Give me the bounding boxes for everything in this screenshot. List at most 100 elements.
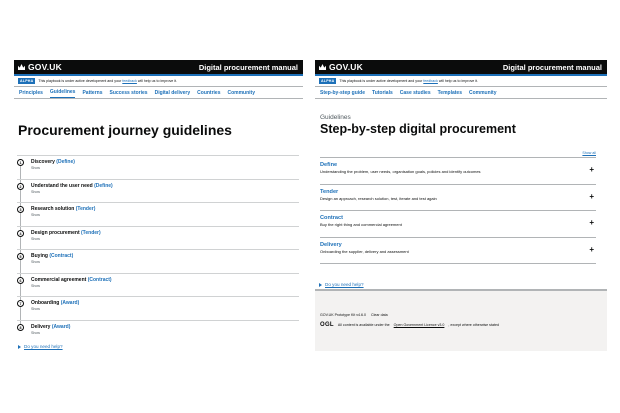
page-title: Step-by-step digital procurement [320,122,516,136]
feedback-link[interactable]: feedback [423,79,438,83]
accordion: Define Understanding the problem, user n… [320,157,596,264]
disclosure-triangle-icon [18,344,21,349]
step-item[interactable]: 1 Discovery (Define) Show [17,155,299,179]
step-title[interactable]: Commercial agreement (Contract) [31,277,299,284]
govuk-logo-link[interactable]: GOV.UK [18,62,62,72]
accordion-section-title[interactable]: Contract [320,214,582,222]
step-number: 2 [17,182,24,190]
footer-licence: OGL All content is available under the O… [320,322,599,328]
step-item[interactable]: 2 Understand the user need (Define) Show [17,178,299,203]
footer-clear-data-link[interactable]: Clear data [371,313,388,317]
step-item[interactable]: 7 Onboarding (Award) Show [17,296,299,320]
step-title-text: Understand the user need [31,182,93,189]
step-show-toggle[interactable]: Show [31,284,299,289]
accordion-section-summary: Buy the right thing and commercial agree… [320,222,402,227]
step-show-toggle[interactable]: Show [31,166,299,171]
step-by-step-list: 1 Discovery (Define) Show 2 Understand t… [17,155,299,343]
footer-prototype-kit-link[interactable]: GOV.UK Prototype Kit v4.6.0 [320,313,366,317]
nav-patterns[interactable]: Patterns [82,87,102,98]
step-stage: (Define) [56,159,75,165]
nav-templates[interactable]: Templates [438,87,462,98]
alpha-tag: ALPHA [18,78,36,84]
ogl-logo-icon: OGL [320,322,334,328]
step-number: 6 [17,276,24,284]
plus-icon[interactable]: + [589,166,594,174]
step-stage: (Contract) [87,276,112,283]
nav-countries[interactable]: Countries [197,87,220,98]
step-by-step-page-screenshot: GOV.UK Digital procurement manual ALPHA … [315,60,607,351]
crown-icon [18,64,25,70]
step-stage: (Award) [51,323,71,330]
accordion-section-title[interactable]: Define [320,161,582,169]
help-details[interactable]: Do you need help? [18,344,63,349]
step-item[interactable]: 5 Buying (Contract) Show [17,249,299,273]
step-item[interactable]: 8 Delivery (Award) Show [17,319,299,344]
accordion-section-title[interactable]: Delivery [320,241,582,249]
step-show-toggle[interactable]: Show [31,307,299,312]
primary-navigation: Principles Guidelines Patterns Success s… [14,87,303,99]
nav-tutorials[interactable]: Tutorials [372,87,393,98]
step-title-text: Commercial agreement [31,276,87,283]
plus-icon[interactable]: + [589,192,594,201]
licence-text-start: All content is available under the [337,323,390,327]
step-title[interactable]: Understand the user need (Define) [31,183,299,190]
accordion-section-summary: Onboarding the supplier, delivery and as… [320,248,409,254]
primary-navigation: Step-by-step guide Tutorials Case studie… [315,87,607,99]
nav-guidelines[interactable]: Guidelines [49,87,76,98]
step-title-text: Discovery [31,159,55,165]
step-item[interactable]: 3 Research solution (Tender) Show [17,202,299,226]
step-show-toggle[interactable]: Show [31,213,299,218]
nav-community[interactable]: Community [228,87,256,98]
accordion-section[interactable]: Define Understanding the problem, user n… [320,157,596,184]
help-details[interactable]: Do you need help? [319,282,607,287]
govuk-header: GOV.UK Digital procurement manual [315,60,607,76]
step-stage: (Tender) [81,229,101,236]
page-title: Procurement journey guidelines [18,122,232,138]
step-stage: (Award) [60,300,80,306]
phase-banner: ALPHA This playbook is under active deve… [315,76,607,87]
open-government-licence-link[interactable]: Open Government Licence v3.0 [394,323,445,327]
step-title-text: Research solution [31,206,75,212]
service-name[interactable]: Digital procurement manual [199,63,298,72]
help-link[interactable]: Do you need help? [325,282,364,287]
phase-banner: ALPHA This playbook is under active deve… [14,76,303,87]
accordion-section-title[interactable]: Tender [320,188,582,196]
footer-meta-links: GOV.UK Prototype Kit v4.6.0 Clear data [320,313,599,318]
plus-icon[interactable]: + [589,219,594,227]
nav-success-stories[interactable]: Success stories [109,87,147,98]
step-title[interactable]: Research solution (Tender) [31,206,299,213]
service-name[interactable]: Digital procurement manual [503,63,602,72]
step-title[interactable]: Delivery (Award) [31,324,299,331]
step-show-toggle[interactable]: Show [31,260,299,265]
step-number: 3 [17,206,24,213]
nav-digital-delivery[interactable]: Digital delivery [155,87,191,98]
accordion-section[interactable]: Contract Buy the right thing and commerc… [320,210,596,237]
nav-case-studies[interactable]: Case studies [400,87,431,98]
show-all-sections-button[interactable]: Show all [315,151,596,156]
step-item[interactable]: 6 Commercial agreement (Contract) Show [17,272,299,297]
accordion-section[interactable]: Delivery Onboarding the supplier, delive… [320,236,596,264]
step-show-toggle[interactable]: Show [31,331,299,336]
step-title[interactable]: Onboarding (Award) [31,300,299,307]
nav-step-by-step-guide[interactable]: Step-by-step guide [320,87,365,98]
phase-text-end: will help us to improve it. [438,79,479,83]
step-show-toggle[interactable]: Show [31,237,299,242]
govuk-logo-link[interactable]: GOV.UK [319,62,363,72]
nav-community[interactable]: Community [469,87,497,98]
step-title[interactable]: Discovery (Define) [31,159,299,166]
step-number: 7 [17,300,24,307]
step-title[interactable]: Buying (Contract) [31,253,299,260]
page-caption: Guidelines [320,114,351,121]
plus-icon[interactable]: + [589,245,594,254]
phase-text-start: This playbook is under active developmen… [339,79,423,83]
accordion-section[interactable]: Tender Design an approach, research solu… [320,183,596,211]
step-show-toggle[interactable]: Show [31,190,299,195]
step-stage: (Contract) [49,253,74,259]
nav-principles[interactable]: Principles [19,87,43,98]
step-number: 8 [17,323,24,331]
feedback-link[interactable]: feedback [122,79,137,83]
step-stage: (Tender) [75,206,96,212]
step-item[interactable]: 4 Design procurement (Tender) Show [17,225,299,250]
help-link[interactable]: Do you need help? [24,344,63,349]
step-title[interactable]: Design procurement (Tender) [31,230,299,237]
